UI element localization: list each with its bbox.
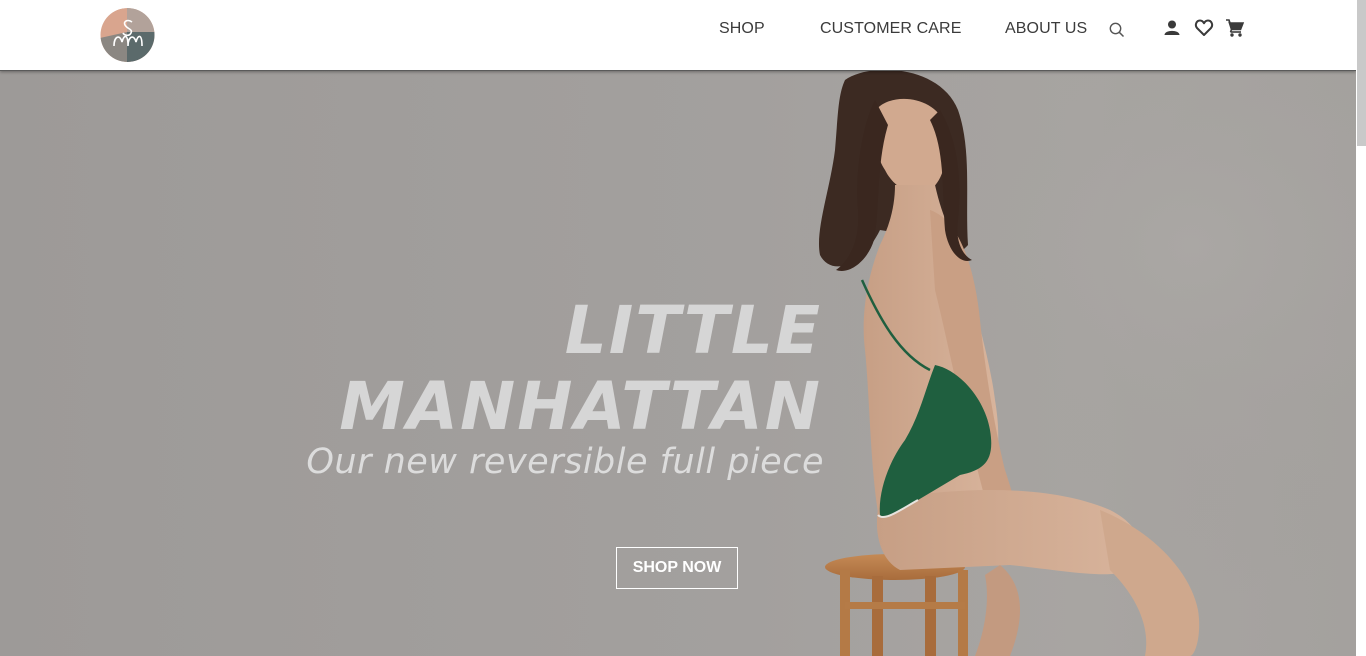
- hero-title-line1: LITTLE: [564, 292, 822, 369]
- logo-mark: [100, 8, 155, 62]
- brand-logo[interactable]: [100, 8, 155, 62]
- hero-banner: LITTLE MANHATTAN Our new reversible full…: [0, 70, 1356, 656]
- page-scrollbar[interactable]: [1356, 0, 1366, 656]
- page: SHOP CUSTOMER CARE ABOUT US LITTLE MANHA…: [0, 0, 1366, 656]
- search-icon[interactable]: [1108, 21, 1128, 41]
- nav-customer-care[interactable]: CUSTOMER CARE: [820, 20, 961, 38]
- hero-subtitle: Our new reversible full piece: [306, 442, 824, 482]
- nav-about-us[interactable]: ABOUT US: [1005, 20, 1087, 38]
- nav-shop[interactable]: SHOP: [719, 20, 765, 38]
- shop-now-button[interactable]: SHOP NOW: [616, 547, 738, 589]
- scrollbar-thumb[interactable]: [1357, 0, 1366, 146]
- site-header: SHOP CUSTOMER CARE ABOUT US: [0, 0, 1356, 71]
- heart-icon[interactable]: [1194, 18, 1214, 38]
- user-icon[interactable]: [1162, 18, 1182, 38]
- cart-icon[interactable]: [1225, 18, 1245, 38]
- hero-title-line2: MANHATTAN: [339, 368, 822, 445]
